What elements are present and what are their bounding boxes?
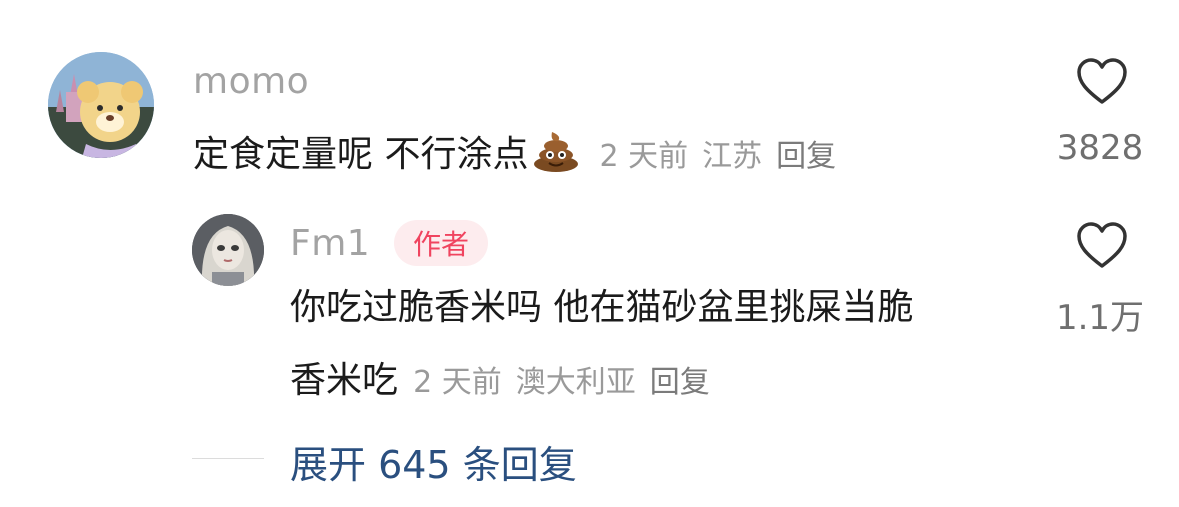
avatar-image bbox=[192, 214, 264, 286]
reply-button[interactable]: 回复 bbox=[776, 139, 836, 174]
reply-button[interactable]: 回复 bbox=[650, 365, 710, 400]
comment-username[interactable]: momo bbox=[193, 64, 309, 100]
reply-location: 澳大利亚 bbox=[515, 365, 636, 400]
expand-replies-link[interactable]: 展开 645 条回复 bbox=[290, 434, 577, 489]
comment-meta: 2 天前 江苏 回复 bbox=[600, 139, 851, 174]
author-badge: 作者 bbox=[394, 220, 488, 266]
avatar-image bbox=[48, 52, 154, 158]
comment-body: 定食定量呢 不行涂点 2 天前 江苏 回复 bbox=[193, 128, 850, 176]
reply-body-line2: 香米吃 2 天前 澳大利亚 回复 bbox=[290, 357, 724, 401]
reply-avatar[interactable] bbox=[192, 214, 264, 286]
like-count: 3828 bbox=[1056, 128, 1144, 168]
reply-like-count: 1.1万 bbox=[1055, 298, 1145, 338]
avatar[interactable] bbox=[48, 52, 154, 158]
reply-meta: 2 天前 澳大利亚 回复 bbox=[413, 365, 724, 400]
reply-text-line2: 香米吃 bbox=[290, 360, 399, 401]
heart-icon bbox=[1077, 222, 1127, 268]
comment-time: 2 天前 bbox=[599, 139, 689, 174]
heart-icon bbox=[1077, 58, 1127, 104]
reply-username[interactable]: Fm1 bbox=[290, 226, 370, 262]
divider bbox=[192, 458, 264, 459]
like-button[interactable] bbox=[1076, 58, 1128, 110]
reply-text-line1: 你吃过脆香米吗 他在猫砂盆里挑屎当脆 bbox=[290, 287, 914, 328]
reply-time: 2 天前 bbox=[413, 365, 502, 400]
comment-text: 定食定量呢 不行涂点 bbox=[193, 134, 529, 175]
poop-emoji-icon bbox=[532, 128, 580, 176]
reply-like-button[interactable] bbox=[1076, 222, 1128, 274]
comment-location: 江苏 bbox=[702, 139, 763, 174]
